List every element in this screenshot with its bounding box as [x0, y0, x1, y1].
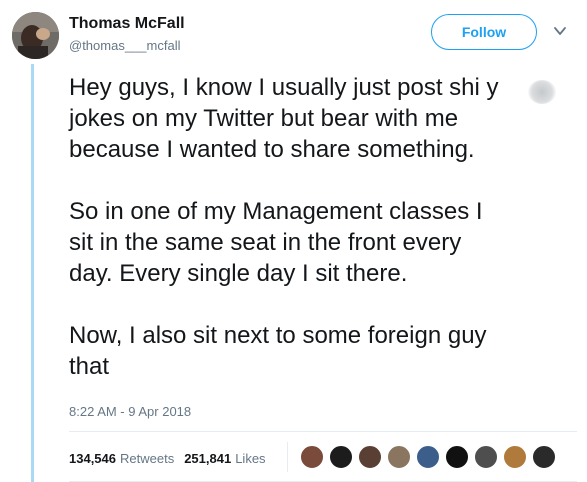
likes-label: Likes	[235, 451, 266, 466]
liker-avatar[interactable]	[387, 445, 411, 469]
retweets-stat[interactable]: 134,546 Retweets	[69, 451, 174, 466]
author-handle[interactable]: @thomas___mcfall	[69, 38, 180, 53]
tweet-text: Hey guys, I know I usually just post shi…	[69, 72, 574, 382]
tweet-timestamp[interactable]: 8:22 AM - 9 Apr 2018	[69, 404, 191, 419]
stats-separator	[287, 442, 288, 472]
follow-button[interactable]: Follow	[431, 14, 537, 50]
liker-avatars	[300, 445, 561, 469]
author-avatar[interactable]	[12, 12, 59, 59]
liker-avatar[interactable]	[474, 445, 498, 469]
tweet-card: Thomas McFall @thomas___mcfall Follow He…	[0, 0, 587, 482]
tweet-paragraph: Hey guys, I know I usually just post shi…	[69, 74, 499, 163]
liker-avatar[interactable]	[300, 445, 324, 469]
liker-avatar[interactable]	[416, 445, 440, 469]
author-name[interactable]: Thomas McFall	[69, 15, 185, 33]
likes-stat[interactable]: 251,841 Likes	[184, 451, 265, 466]
retweets-label: Retweets	[120, 451, 175, 466]
retweets-count: 134,546	[69, 451, 116, 466]
tweet-stats: 134,546 Retweets 251,841 Likes	[69, 451, 266, 466]
chevron-down-icon[interactable]	[552, 24, 568, 38]
avatar-photo	[12, 12, 59, 59]
liker-avatar[interactable]	[532, 445, 556, 469]
divider	[69, 431, 577, 432]
liker-avatar[interactable]	[503, 445, 527, 469]
thread-line	[31, 64, 34, 482]
tweet-paragraph: So in one of my Management classes I sit…	[69, 198, 483, 287]
liker-avatar[interactable]	[329, 445, 353, 469]
liker-avatar[interactable]	[445, 445, 469, 469]
censor-smudge	[528, 80, 556, 104]
likes-count: 251,841	[184, 451, 232, 466]
tweet-paragraph: Now, I also sit next to some foreign guy…	[69, 322, 487, 380]
liker-avatar[interactable]	[358, 445, 382, 469]
